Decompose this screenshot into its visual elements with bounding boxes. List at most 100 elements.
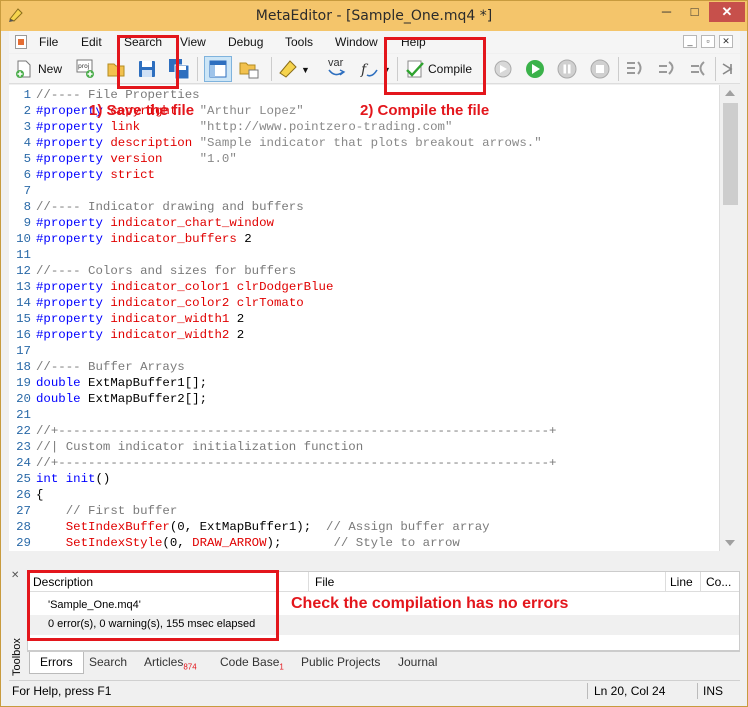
menu-file[interactable]: File — [39, 35, 58, 49]
tab-articles-badge: 874 — [183, 662, 197, 672]
navigator-panel-icon[interactable] — [207, 58, 229, 80]
mdi-minimize-button[interactable]: _ — [683, 35, 697, 48]
maximize-button[interactable]: □ — [681, 2, 708, 22]
document-icon[interactable] — [15, 35, 27, 49]
code-editor[interactable]: 1 //---- File Properties 2 #property copyri… — [9, 85, 719, 551]
code-line[interactable]: 16 #property indicator_width2 2 — [9, 327, 244, 343]
styler-icon[interactable] — [277, 58, 299, 80]
code-token: #property — [36, 168, 103, 182]
editor-vertical-scrollbar[interactable] — [719, 85, 740, 551]
code-line[interactable]: 1 //---- File Properties — [9, 87, 200, 103]
new-file-icon[interactable] — [13, 58, 35, 80]
code-line[interactable]: 22 //+-----------------------------------… — [9, 423, 556, 439]
line-number: 27 — [16, 504, 31, 518]
column-divider[interactable] — [308, 572, 309, 592]
menu-edit[interactable]: Edit — [81, 35, 102, 49]
code-text: #property description "Sample indicator … — [36, 135, 542, 151]
proj-label: proj — [78, 63, 90, 70]
menu-view[interactable]: View — [180, 35, 206, 49]
code-line[interactable]: 9 #property indicator_chart_window — [9, 215, 274, 231]
mdi-restore-button[interactable]: ▫ — [701, 35, 715, 48]
code-line[interactable]: 23 //| Custom indicator initialization fu… — [9, 439, 363, 455]
stop-icon[interactable] — [589, 58, 611, 80]
menu-tools[interactable]: Tools — [285, 35, 313, 49]
insert-function-icon[interactable]: f — [358, 58, 380, 80]
line-number: 25 — [16, 472, 31, 486]
tab-code-base-label: Code Base — [220, 655, 280, 669]
close-button[interactable]: ✕ — [709, 2, 745, 22]
code-line[interactable]: 2 #property copyright "Arthur Lopez" — [9, 103, 304, 119]
column-file[interactable]: File — [315, 575, 334, 589]
chevron-down-icon[interactable]: ▼ — [301, 65, 310, 75]
line-number: 14 — [16, 296, 31, 310]
tab-code-base[interactable]: Code Base1 — [210, 652, 294, 674]
code-line[interactable]: 18 //---- Buffer Arrays — [9, 359, 185, 375]
tab-journal[interactable]: Journal — [388, 652, 447, 674]
column-col[interactable]: Co... — [706, 575, 731, 589]
code-line[interactable]: 26 { — [9, 487, 43, 503]
code-line[interactable]: 17 — [9, 343, 31, 359]
column-divider[interactable] — [700, 572, 701, 592]
code-line[interactable]: 19 double ExtMapBuffer1[]; — [9, 375, 207, 391]
tab-search[interactable]: Search — [79, 652, 137, 674]
code-line[interactable]: 14 #property indicator_color2 clrTomato — [9, 295, 304, 311]
code-line[interactable]: 25 int init() — [9, 471, 110, 487]
code-line[interactable]: 10 #property indicator_buffers 2 — [9, 231, 252, 247]
start-debugging-icon[interactable] — [524, 58, 546, 80]
code-line[interactable]: 15 #property indicator_width1 2 — [9, 311, 244, 327]
code-line[interactable]: 8 //---- Indicator drawing and buffers — [9, 199, 304, 215]
toolbox-close-icon[interactable]: ✕ — [11, 570, 19, 581]
tab-public-projects[interactable]: Public Projects — [291, 652, 390, 674]
code-line[interactable]: 28 SetIndexBuffer(0, ExtMapBuffer1); // … — [9, 519, 489, 535]
toolbar-overflow-icon[interactable] — [719, 58, 741, 80]
step-over-icon[interactable] — [655, 58, 677, 80]
code-token: { — [36, 488, 44, 502]
code-line[interactable]: 21 — [9, 407, 31, 423]
code-token: int — [36, 472, 59, 486]
line-number: 9 — [23, 216, 31, 230]
code-line[interactable]: 24 //+-----------------------------------… — [9, 455, 556, 471]
new-button-label[interactable]: New — [38, 62, 62, 76]
new-project-icon[interactable]: proj — [75, 58, 97, 80]
code-line[interactable]: 7 — [9, 183, 31, 199]
tab-articles[interactable]: Articles874 — [134, 652, 207, 674]
line-number: 2 — [23, 104, 31, 118]
tab-errors[interactable]: Errors — [29, 652, 84, 674]
line-number: 11 — [16, 248, 31, 262]
line-number: 8 — [23, 200, 31, 214]
code-token: strict — [110, 168, 155, 182]
menu-debug[interactable]: Debug — [228, 35, 263, 49]
code-line[interactable]: 4 #property description "Sample indicator… — [9, 135, 542, 151]
code-line[interactable]: 27 // First buffer — [9, 503, 177, 519]
code-token: indicator_color1 clrDodgerBlue — [110, 280, 334, 294]
scrollbar-thumb[interactable] — [723, 103, 738, 205]
step-into-icon[interactable] — [623, 58, 645, 80]
mdi-close-button[interactable]: ✕ — [719, 35, 733, 48]
code-line[interactable]: 11 — [9, 247, 31, 263]
code-line[interactable]: 29 SetIndexStyle(0, DRAW_ARROW); // Styl… — [9, 535, 460, 551]
column-line[interactable]: Line — [670, 575, 693, 589]
code-token: #property — [36, 280, 103, 294]
code-line[interactable]: 6 #property strict — [9, 167, 155, 183]
code-text: SetIndexStyle(0, DRAW_ARROW); // Style t… — [36, 535, 460, 551]
code-line[interactable]: 20 double ExtMapBuffer2[]; — [9, 391, 207, 407]
code-token: //---- Buffer Arrays — [36, 360, 185, 374]
step-out-icon[interactable] — [687, 58, 709, 80]
scroll-up-arrow-icon[interactable] — [725, 90, 735, 96]
code-token: ExtMapBuffer2[]; — [80, 392, 208, 406]
code-line[interactable]: 5 #property version "1.0" — [9, 151, 237, 167]
folder-panel-icon[interactable] — [238, 58, 260, 80]
column-divider[interactable] — [665, 572, 666, 592]
insert-variable-icon[interactable] — [327, 68, 349, 80]
minimize-button[interactable]: ─ — [653, 2, 680, 22]
code-token: description — [110, 136, 193, 150]
code-line[interactable]: 3 #property link "http://www.pointzero-tr… — [9, 119, 453, 135]
code-line[interactable]: 12 //---- Colors and sizes for buffers — [9, 263, 296, 279]
scroll-down-arrow-icon[interactable] — [725, 540, 735, 546]
menu-window[interactable]: Window — [335, 35, 378, 49]
status-separator — [587, 683, 588, 699]
pause-icon[interactable] — [556, 58, 578, 80]
start-profiling-icon[interactable] — [492, 58, 514, 80]
code-token: #property — [36, 120, 103, 134]
code-line[interactable]: 13 #property indicator_color1 clrDodgerBl… — [9, 279, 333, 295]
